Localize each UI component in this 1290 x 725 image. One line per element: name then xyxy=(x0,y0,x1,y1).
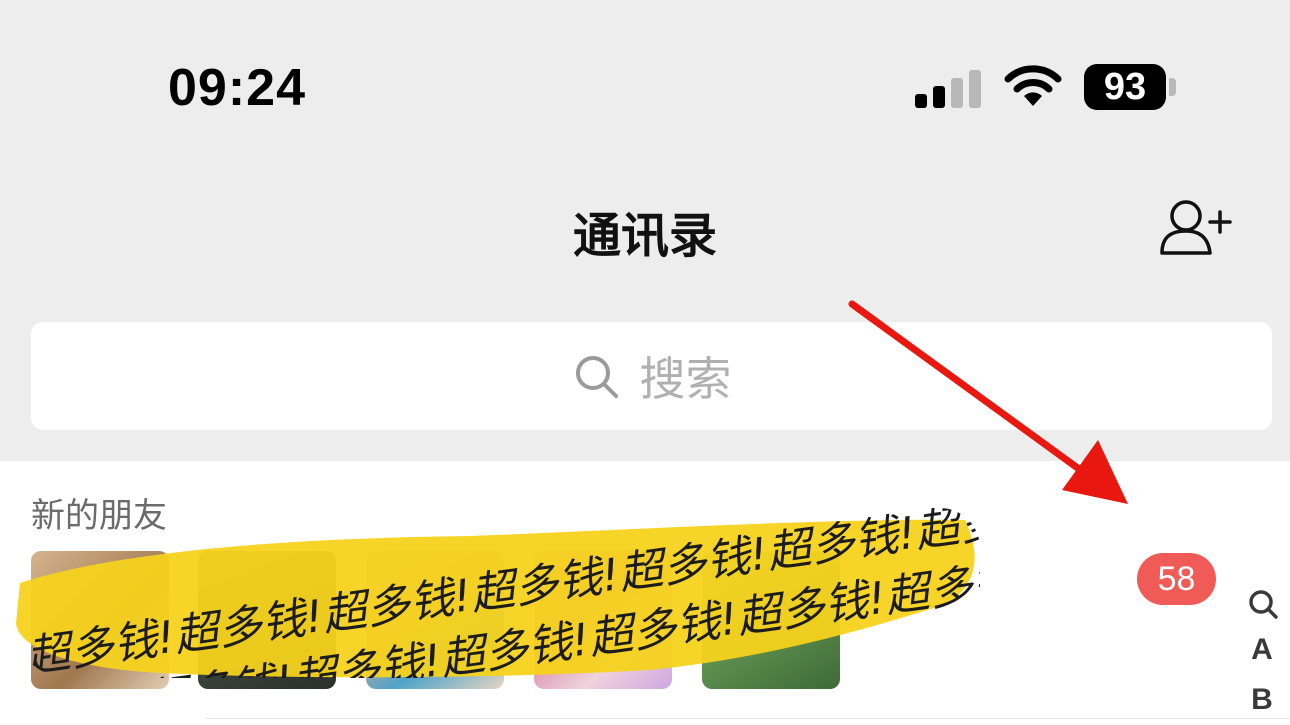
friend-avatar[interactable] xyxy=(702,551,840,689)
new-friends-count-badge: 58 xyxy=(1137,553,1216,605)
search-placeholder: 搜索 xyxy=(639,352,732,406)
search-icon xyxy=(575,356,618,398)
index-letter-b[interactable]: B xyxy=(1242,683,1282,717)
cellular-signal-icon xyxy=(915,68,985,108)
index-letter-a[interactable]: A xyxy=(1242,633,1282,667)
search-input[interactable]: 搜索 xyxy=(31,322,1272,430)
status-time: 09:24 xyxy=(168,59,306,117)
divider xyxy=(205,718,1290,719)
new-friends-section[interactable]: 新的朋友 58 xyxy=(0,461,1290,725)
friend-avatar[interactable] xyxy=(31,551,169,689)
wifi-icon xyxy=(1004,65,1062,106)
battery-nub xyxy=(1169,78,1176,96)
friend-avatar[interactable] xyxy=(198,551,336,689)
section-title: 新的朋友 xyxy=(31,496,167,536)
friend-avatar[interactable] xyxy=(534,551,672,689)
battery-indicator: 93 xyxy=(1084,64,1166,110)
friend-avatar[interactable] xyxy=(366,551,504,689)
index-search-icon[interactable] xyxy=(1247,588,1279,620)
add-contact-icon[interactable] xyxy=(1158,196,1232,258)
page-title: 通讯录 xyxy=(572,208,717,264)
